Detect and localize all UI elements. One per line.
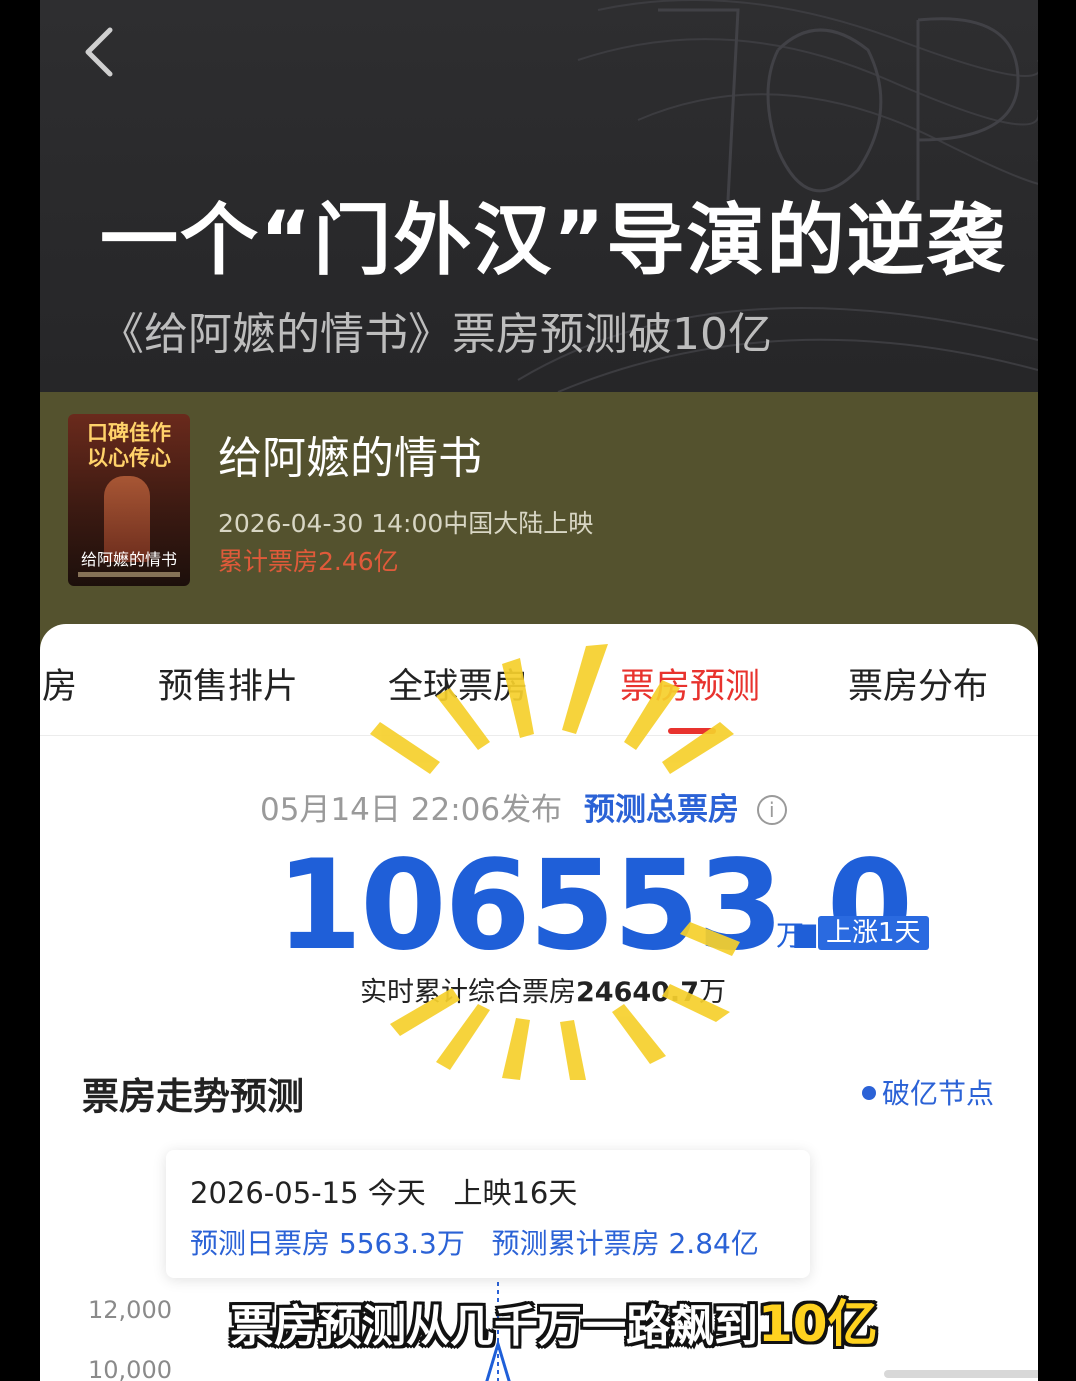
y-tick-10000: 10,000 (88, 1356, 172, 1381)
app-screen: 一个“门外汉”导演的逆袭 《给阿嬷的情书》票房预测破10亿 口碑佳作 以心传心 … (40, 0, 1038, 1381)
movie-cumulative-box-office: 累计票房2.46亿 (218, 547, 399, 576)
poster-credits-bar (78, 572, 180, 577)
back-chevron-icon[interactable] (80, 24, 120, 80)
movie-title[interactable]: 给阿嬷的情书 (218, 422, 482, 486)
poster-slogan: 口碑佳作 以心传心 (87, 420, 171, 470)
poster-title: 给阿嬷的情书 (80, 550, 177, 569)
banner-title: 一个“门外汉”导演的逆袭 (100, 196, 1007, 286)
tooltip-date-line: 2026-05-15 今天 上映16天 (190, 1176, 578, 1210)
y-tick-12000: 12,000 (88, 1296, 172, 1324)
banner: 一个“门外汉”导演的逆袭 《给阿嬷的情书》票房预测破10亿 (40, 0, 1038, 392)
chart-tooltip: 2026-05-15 今天 上映16天 预测日票房 5563.3万 预测累计票房… (166, 1150, 810, 1278)
banner-subtitle: 《给阿嬷的情书》票房预测破10亿 (100, 309, 772, 360)
movie-release-date: 2026-04-30 14:00中国大陆上映 (218, 509, 594, 538)
movie-poster[interactable]: 口碑佳作 以心传心 给阿嬷的情书 (68, 414, 190, 586)
video-caption: 票房预测从几千万一路飙到10亿 (230, 1295, 878, 1353)
tooltip-values-line: 预测日票房 5563.3万 预测累计票房 2.84亿 (190, 1227, 759, 1260)
forecast-card: 房 预售排片 全球票房 票房预测 票房分布 05月14日 22:06发布 预测总… (40, 624, 1038, 1381)
home-indicator[interactable] (884, 1370, 1038, 1378)
